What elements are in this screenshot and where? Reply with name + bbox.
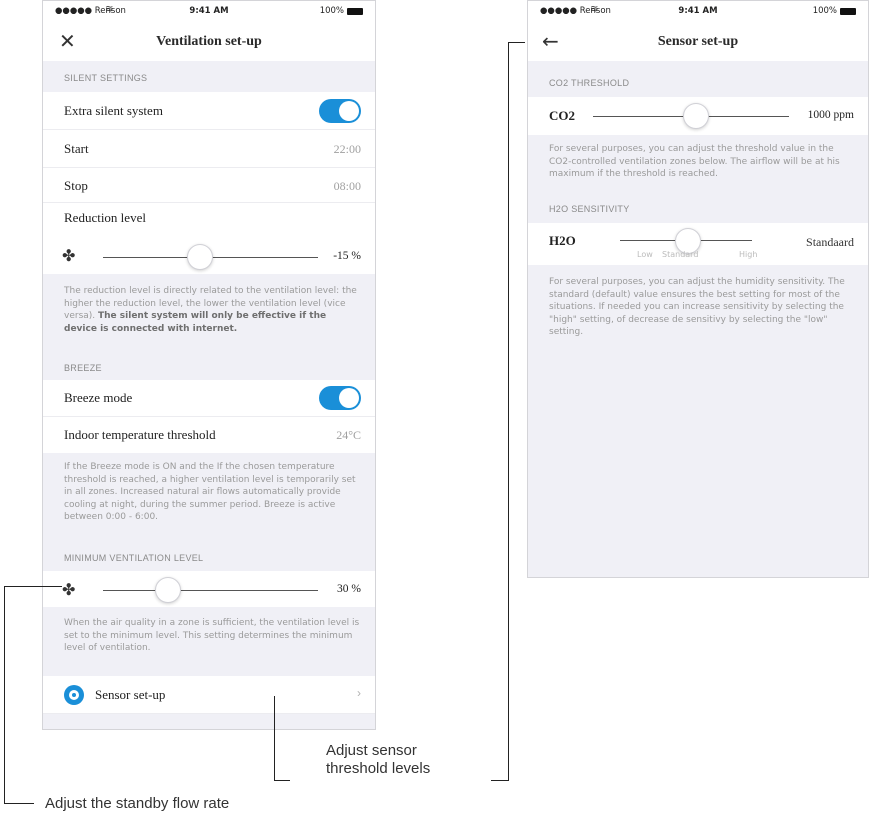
breeze-mode-label: Breeze mode (64, 390, 133, 405)
minimum-slider-track[interactable] (103, 590, 318, 591)
chevron-right-icon: › (357, 686, 361, 700)
page-title: Ventilation set-up (156, 34, 262, 49)
breeze-mode-row: Breeze mode (43, 380, 375, 417)
stop-label: Stop (64, 178, 88, 193)
start-label: Start (64, 141, 89, 156)
battery-indicator: 100% (320, 6, 363, 16)
minimum-description: When the air quality in a zone is suffic… (64, 618, 360, 653)
minimum-value: 30 % (337, 583, 361, 595)
ventilation-setup-screen: ●●●●● Renson ≋ 9:41 AM 100% ✕ Ventilatio… (42, 0, 376, 730)
extra-silent-row: Extra silent system (43, 92, 375, 130)
toggle-knob (339, 101, 359, 121)
section-header-silent: SILENT SETTINGS (64, 73, 148, 83)
reduction-level-label: Reduction level (64, 210, 146, 225)
battery-icon (347, 7, 363, 15)
co2-slider-thumb[interactable] (683, 103, 709, 129)
reduction-level-row: Reduction level ✤ -15 % (43, 203, 375, 274)
callout-standby-text: Adjust the standby flow rate (45, 795, 230, 812)
h2o-tick-low: Low (637, 250, 653, 259)
callout-line-sensor-vertical (508, 42, 509, 780)
indoor-temperature-value: 24°C (336, 428, 361, 442)
section-header-co2: CO2 THRESHOLD (549, 78, 630, 88)
battery-indicator: 100% (813, 6, 856, 16)
minimum-level-row: ✤ 30 % (43, 571, 375, 607)
status-bar: ●●●●● Renson ≋ 9:41 AM 100% (43, 1, 375, 23)
indoor-temperature-row[interactable]: Indoor temperature threshold 24°C (43, 417, 375, 453)
reduction-desc-bold: The silent system will only be effective… (64, 311, 327, 334)
minimum-slider-thumb[interactable] (154, 577, 181, 603)
co2-value: 1000 ppm (807, 109, 854, 121)
callout-line-sensor-bottom (491, 780, 509, 781)
extra-silent-toggle[interactable] (319, 99, 361, 123)
h2o-description: For several purposes, you can adjust the… (549, 277, 845, 337)
stop-value: 08:00 (333, 179, 361, 193)
callout-line-sensor-top (508, 42, 525, 43)
h2o-row: H2O Low Standard High Standaard (528, 223, 868, 265)
h2o-tick-high: High (739, 250, 758, 259)
h2o-tick-standard: Standard (662, 250, 699, 259)
reduction-description: The reduction level is directly related … (64, 285, 361, 335)
co2-label: CO2 (549, 108, 575, 123)
section-header-minimum: MINIMUM VENTILATION LEVEL (64, 553, 204, 563)
reduction-slider-thumb[interactable] (186, 244, 213, 270)
callout-sensor-line1: Adjust sensor (326, 742, 417, 759)
battery-icon (840, 7, 856, 15)
co2-row: CO2 1000 ppm (528, 97, 868, 135)
sensor-setup-screen: ●●●●● Renson ≋ 9:41 AM 100% ← Sensor set… (527, 0, 869, 578)
start-row[interactable]: Start 22:00 (43, 130, 375, 168)
co2-description: For several purposes, you can adjust the… (549, 144, 840, 179)
callout-line-sensor-left-vertical (274, 696, 275, 781)
start-value: 22:00 (333, 142, 361, 156)
breeze-mode-toggle[interactable] (319, 386, 361, 410)
callout-line-standby-bottom (4, 803, 34, 804)
sensor-setup-label: Sensor set-up (95, 687, 166, 702)
section-header-breeze: BREEZE (64, 363, 102, 373)
sensor-target-icon (64, 685, 84, 705)
page-title: Sensor set-up (657, 34, 739, 49)
callout-sensor-line2: threshold levels (326, 760, 431, 777)
toggle-knob (339, 388, 359, 408)
h2o-value: Standaard (806, 235, 854, 249)
extra-silent-label: Extra silent system (64, 103, 163, 118)
fan-icon: ✤ (62, 580, 76, 599)
callout-sensor-text: Adjust sensor threshold levels (326, 742, 430, 778)
h2o-label: H2O (549, 233, 576, 248)
nav-bar: ← Sensor set-up (528, 23, 868, 61)
stop-row[interactable]: Stop 08:00 (43, 168, 375, 203)
callout-line-standby-vertical (4, 586, 5, 804)
battery-percent: 100% (812, 6, 837, 16)
callout-line-sensor-left (274, 780, 290, 781)
breeze-description: If the Breeze mode is ON and the If the … (64, 462, 356, 522)
indoor-temperature-label: Indoor temperature threshold (64, 427, 216, 442)
sensor-setup-row[interactable]: Sensor set-up › (43, 676, 375, 714)
battery-percent: 100% (319, 6, 344, 16)
nav-bar: ✕ Ventilation set-up (43, 23, 375, 61)
reduction-value: -15 % (333, 250, 361, 262)
section-header-h2o: H2O SENSITIVITY (549, 204, 630, 214)
callout-line-standby-top (4, 586, 62, 587)
status-bar: ●●●●● Renson ≋ 9:41 AM 100% (528, 1, 868, 23)
fan-icon: ✤ (62, 246, 76, 265)
